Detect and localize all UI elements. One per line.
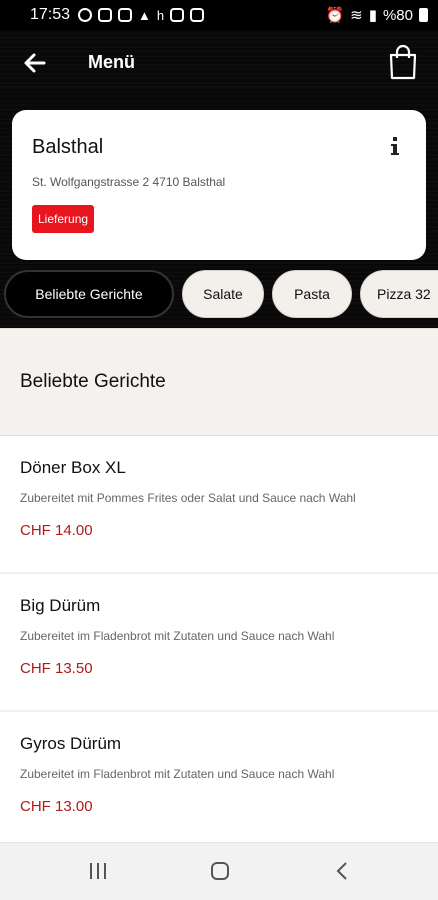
- alarm-icon: ⏰: [325, 7, 345, 24]
- tab-pizza[interactable]: Pizza 32: [360, 270, 438, 318]
- menu-item[interactable]: Gyros Dürüm Zubereitet im Fladenbrot mit…: [0, 712, 438, 844]
- location-card: Balsthal St. Wolfgangstrasse 2 4710 Bals…: [12, 110, 426, 260]
- back-icon[interactable]: [334, 861, 350, 881]
- info-icon[interactable]: [388, 136, 402, 156]
- home-icon[interactable]: [210, 861, 230, 881]
- status-time: 17:53: [30, 6, 71, 23]
- system-navigation-bar: [0, 842, 438, 900]
- item-price: CHF 13.50: [20, 660, 93, 677]
- package-icon: [118, 8, 133, 22]
- tab-label: Pasta: [294, 286, 330, 302]
- tab-label: Beliebte Gerichte: [35, 286, 143, 302]
- item-price: CHF 14.00: [20, 522, 93, 539]
- wifi-icon: ≋: [350, 7, 363, 24]
- location-name: Balsthal: [32, 136, 104, 158]
- item-description: Zubereitet mit Pommes Frites oder Salat …: [20, 491, 356, 505]
- tab-label: Salate: [203, 286, 243, 302]
- notification-icons: ▲ h: [78, 7, 205, 23]
- item-price: CHF 13.00: [20, 798, 93, 815]
- section-header: Beliebte Gerichte: [0, 328, 438, 436]
- recent-apps-icon[interactable]: [88, 861, 108, 881]
- item-name: Gyros Dürüm: [20, 734, 122, 753]
- instagram-icon: [98, 8, 113, 22]
- tab-label: Pizza 32: [377, 286, 431, 302]
- location-address: St. Wolfgangstrasse 2 4710 Balsthal: [32, 175, 226, 189]
- system-icons: ⏰ ≋ ▮ %80: [325, 6, 428, 24]
- ship-icon: ▲: [138, 7, 151, 23]
- status-bar: 17:53 ▲ h ⏰ ≋ ▮ %80: [0, 0, 438, 30]
- back-arrow-icon[interactable]: [22, 50, 48, 76]
- tab-salate[interactable]: Salate: [182, 270, 264, 318]
- shopping-bag-icon[interactable]: [388, 44, 418, 80]
- item-description: Zubereitet im Fladenbrot mit Zutaten und…: [20, 629, 335, 643]
- delivery-badge: Lieferung: [32, 205, 95, 233]
- instagram-icon: [170, 8, 185, 22]
- signal-icon: ▮: [368, 7, 377, 24]
- item-name: Big Dürüm: [20, 596, 101, 615]
- image-icon: [190, 8, 205, 22]
- section-title: Beliebte Gerichte: [20, 371, 166, 392]
- battery-icon: [419, 8, 428, 22]
- battery-percent: %80: [382, 6, 413, 24]
- top-bar: Menü: [0, 30, 438, 96]
- whatsapp-icon: [78, 8, 93, 22]
- tab-beliebte-gerichte[interactable]: Beliebte Gerichte: [4, 270, 174, 318]
- category-tabs: Beliebte Gerichte Salate Pasta Pizza 32: [0, 268, 438, 320]
- tab-pasta[interactable]: Pasta: [272, 270, 352, 318]
- item-name: Döner Box XL: [20, 458, 126, 477]
- h-icon: h: [156, 7, 165, 23]
- item-description: Zubereitet im Fladenbrot mit Zutaten und…: [20, 767, 335, 781]
- menu-item[interactable]: Big Dürüm Zubereitet im Fladenbrot mit Z…: [0, 574, 438, 712]
- page-title: Menü: [88, 52, 135, 72]
- menu-item[interactable]: Döner Box XL Zubereitet mit Pommes Frite…: [0, 436, 438, 574]
